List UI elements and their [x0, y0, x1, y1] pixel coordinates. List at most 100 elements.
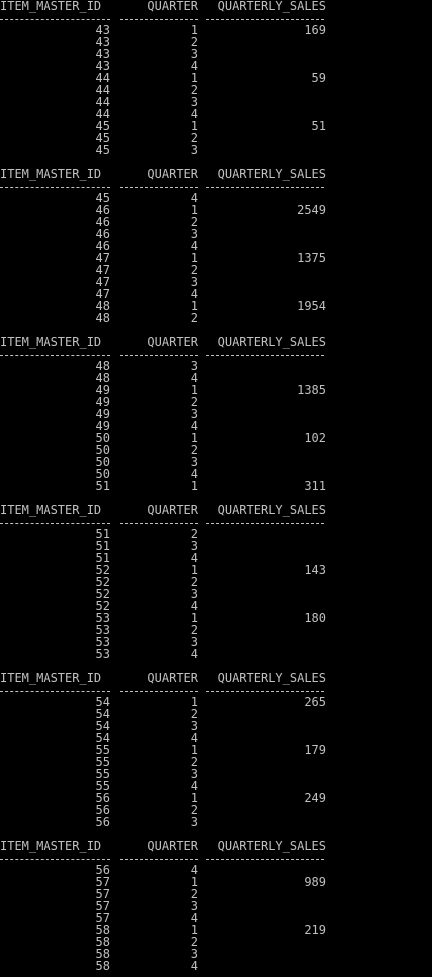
- column-header-item-master-id: ITEM_MASTER_ID: [0, 503, 102, 517]
- table-row: 58 2: [0, 936, 432, 948]
- cell-quarterly-sales: 169: [304, 23, 326, 37]
- table-row: 54 2: [0, 708, 432, 720]
- cell-item-master-id: 50: [95, 455, 110, 469]
- column-header-quarter: QUARTER: [147, 0, 198, 13]
- column-header-row: ITEM_MASTER_ID QUARTER QUARTERLY_SALES: [0, 840, 432, 852]
- result-page: ITEM_MASTER_ID QUARTER QUARTERLY_SALES 54 1 2…: [0, 672, 432, 828]
- cell-item-master-id: 45: [95, 131, 110, 145]
- separator-item-master-id: [0, 354, 110, 356]
- table-row: 50 3: [0, 456, 432, 468]
- table-row: 48 1 1954: [0, 300, 432, 312]
- cell-quarter: 2: [190, 395, 198, 409]
- table-row: 46 4: [0, 240, 432, 252]
- cell-item-master-id: 44: [95, 107, 110, 121]
- table-row: 50 4: [0, 468, 432, 480]
- column-header-quarter: QUARTER: [147, 167, 198, 181]
- table-row: 46 3: [0, 228, 432, 240]
- cell-quarter: 3: [190, 635, 198, 649]
- cell-item-master-id: 57: [95, 911, 110, 925]
- cell-item-master-id: 44: [95, 71, 110, 85]
- cell-quarter: 1: [190, 743, 198, 757]
- cell-item-master-id: 53: [95, 647, 110, 661]
- table-row: 45 1 51: [0, 120, 432, 132]
- cell-quarterly-sales: 1385: [297, 383, 326, 397]
- cell-quarter: 4: [190, 239, 198, 253]
- separator-quarter: [120, 18, 198, 20]
- cell-item-master-id: 48: [95, 359, 110, 373]
- column-header-quarter: QUARTER: [147, 839, 198, 853]
- cell-item-master-id: 58: [95, 959, 110, 973]
- column-header-quarter: QUARTER: [147, 503, 198, 517]
- cell-item-master-id: 51: [95, 479, 110, 493]
- table-row: 56 3: [0, 816, 432, 828]
- cell-quarter: 1: [190, 563, 198, 577]
- cell-quarter: 1: [190, 875, 198, 889]
- console-output[interactable]: ITEM_MASTER_ID QUARTER QUARTERLY_SALES 43 1 1…: [0, 0, 432, 977]
- cell-item-master-id: 43: [95, 23, 110, 37]
- cell-quarter: 1: [190, 383, 198, 397]
- table-row: 47 4: [0, 288, 432, 300]
- cell-quarter: 3: [190, 587, 198, 601]
- cell-item-master-id: 45: [95, 119, 110, 133]
- cell-quarter: 3: [190, 815, 198, 829]
- cell-item-master-id: 49: [95, 383, 110, 397]
- cell-item-master-id: 52: [95, 575, 110, 589]
- table-row: 44 2: [0, 84, 432, 96]
- cell-quarter: 3: [190, 407, 198, 421]
- cell-quarter: 1: [190, 923, 198, 937]
- cell-quarter: 4: [190, 911, 198, 925]
- table-row: 49 2: [0, 396, 432, 408]
- cell-quarter: 2: [190, 623, 198, 637]
- cell-quarterly-sales: 51: [311, 119, 326, 133]
- cell-item-master-id: 45: [95, 191, 110, 205]
- cell-quarter: 3: [190, 95, 198, 109]
- cell-quarter: 2: [190, 131, 198, 145]
- cell-item-master-id: 46: [95, 227, 110, 241]
- cell-quarter: 4: [190, 107, 198, 121]
- table-row: 53 2: [0, 624, 432, 636]
- cell-quarter: 3: [190, 899, 198, 913]
- cell-quarterly-sales: 102: [304, 431, 326, 445]
- cell-quarterly-sales: 59: [311, 71, 326, 85]
- cell-item-master-id: 55: [95, 755, 110, 769]
- cell-item-master-id: 52: [95, 563, 110, 577]
- table-row: 54 3: [0, 720, 432, 732]
- table-row: 43 1 169: [0, 24, 432, 36]
- cell-quarter: 3: [190, 947, 198, 961]
- separator-quarter: [120, 522, 198, 524]
- cell-quarter: 3: [190, 455, 198, 469]
- cell-item-master-id: 47: [95, 251, 110, 265]
- cell-quarterly-sales: 989: [304, 875, 326, 889]
- cell-item-master-id: 53: [95, 611, 110, 625]
- cell-item-master-id: 50: [95, 431, 110, 445]
- cell-quarter: 2: [190, 803, 198, 817]
- table-row: 48 4: [0, 372, 432, 384]
- cell-item-master-id: 53: [95, 635, 110, 649]
- table-row: 54 1 265: [0, 696, 432, 708]
- cell-item-master-id: 56: [95, 791, 110, 805]
- cell-quarterly-sales: 265: [304, 695, 326, 709]
- result-page: ITEM_MASTER_ID QUARTER QUARTERLY_SALES 48 3 4…: [0, 336, 432, 492]
- cell-item-master-id: 46: [95, 239, 110, 253]
- table-row: 45 2: [0, 132, 432, 144]
- cell-quarter: 3: [190, 359, 198, 373]
- cell-item-master-id: 58: [95, 947, 110, 961]
- cell-item-master-id: 54: [95, 695, 110, 709]
- cell-quarter: 2: [190, 35, 198, 49]
- cell-quarter: 2: [190, 83, 198, 97]
- cell-quarter: 2: [190, 215, 198, 229]
- table-row: 58 4: [0, 960, 432, 972]
- header-separator: [0, 684, 432, 696]
- cell-item-master-id: 58: [95, 923, 110, 937]
- cell-quarterly-sales: 180: [304, 611, 326, 625]
- table-row: 51 2: [0, 528, 432, 540]
- column-header-quarterly-sales: QUARTERLY_SALES: [217, 503, 326, 517]
- table-row: 57 3: [0, 900, 432, 912]
- table-row: 51 3: [0, 540, 432, 552]
- cell-quarter: 2: [190, 527, 198, 541]
- cell-quarterly-sales: 143: [304, 563, 326, 577]
- separator-item-master-id: [0, 690, 110, 692]
- cell-quarter: 1: [190, 119, 198, 133]
- cell-item-master-id: 46: [95, 215, 110, 229]
- cell-quarter: 2: [190, 887, 198, 901]
